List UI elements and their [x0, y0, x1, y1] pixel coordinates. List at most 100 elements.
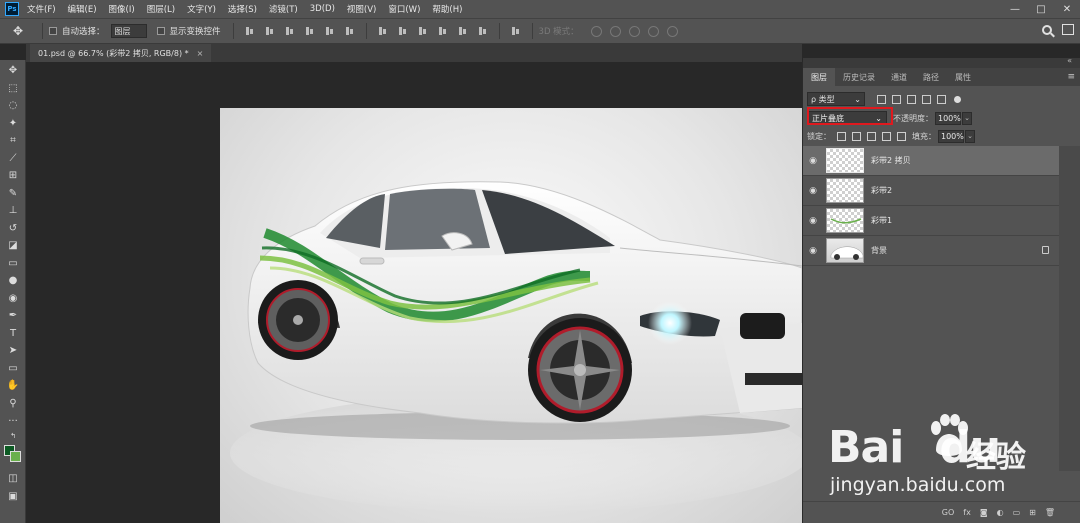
dodge-tool-icon[interactable]: ◉: [5, 290, 21, 306]
auto-align-icon[interactable]: [511, 26, 521, 36]
brush-tool-icon[interactable]: ✎: [5, 185, 21, 201]
crop-tool-icon[interactable]: ⌗: [5, 132, 21, 148]
layer-row[interactable]: ◉ 彩带2: [803, 176, 1059, 206]
layer-row[interactable]: ◉ 背景: [803, 236, 1059, 266]
more-tools-icon[interactable]: ···: [5, 413, 21, 429]
rectangle-tool-icon[interactable]: ▭: [5, 360, 21, 376]
healing-tool-icon[interactable]: ⊞: [5, 167, 21, 183]
menu-select[interactable]: 选择(S): [228, 3, 257, 15]
auto-select-dropdown[interactable]: 图层: [110, 24, 147, 38]
filter-pixel-icon[interactable]: [877, 94, 886, 104]
document-tab[interactable]: 01.psd @ 66.7% (彩带2 拷贝, RGB/8) * ×: [30, 44, 212, 62]
blur-tool-icon[interactable]: ●: [5, 272, 21, 288]
history-brush-tool-icon[interactable]: ↺: [5, 220, 21, 236]
filter-smart-object-icon[interactable]: [937, 94, 946, 104]
align-left-icon[interactable]: [305, 26, 315, 36]
3d-slide-icon[interactable]: [647, 25, 659, 37]
layer-row[interactable]: ◉ 彩带2 拷贝: [803, 146, 1059, 176]
screen-mode-icon[interactable]: ▣: [5, 488, 21, 504]
filter-shape-icon[interactable]: [922, 94, 931, 104]
show-transform-checkbox[interactable]: [156, 27, 165, 35]
move-tool-icon[interactable]: ✥: [5, 62, 21, 78]
menu-filter[interactable]: 滤镜(T): [269, 3, 298, 15]
lasso-tool-icon[interactable]: ◌: [5, 97, 21, 113]
distribute-left-icon[interactable]: [438, 26, 448, 36]
tab-channels[interactable]: 通道: [883, 68, 915, 86]
minimize-button[interactable]: —: [1002, 0, 1028, 18]
path-selection-tool-icon[interactable]: ➤: [5, 342, 21, 358]
layer-row[interactable]: ◉ 彩带1: [803, 206, 1059, 236]
quick-mask-icon[interactable]: ◫: [5, 470, 21, 486]
menu-image[interactable]: 图像(I): [109, 3, 135, 15]
eye-icon[interactable]: ◉: [803, 186, 823, 196]
tab-paths[interactable]: 路径: [915, 68, 947, 86]
menu-window[interactable]: 窗口(W): [388, 3, 420, 15]
tab-properties[interactable]: 属性: [947, 68, 979, 86]
align-top-icon[interactable]: [245, 26, 255, 36]
tab-history[interactable]: 历史记录: [835, 68, 883, 86]
menu-layer[interactable]: 图层(L): [147, 3, 175, 15]
search-icon[interactable]: [1042, 24, 1052, 35]
menu-view[interactable]: 视图(V): [347, 3, 376, 15]
menu-edit[interactable]: 编辑(E): [68, 3, 97, 15]
swap-colors-icon[interactable]: ↰: [5, 428, 21, 444]
hand-tool-icon[interactable]: ✋: [5, 377, 21, 393]
opacity-input[interactable]: 100%: [935, 111, 961, 125]
menu-file[interactable]: 文件(F): [27, 3, 56, 15]
marquee-tool-icon[interactable]: ⬚: [5, 80, 21, 96]
document-canvas[interactable]: [220, 108, 802, 523]
auto-select-checkbox[interactable]: [49, 27, 57, 35]
filter-toggle-icon[interactable]: [954, 95, 961, 103]
lock-artboard-icon[interactable]: [882, 131, 891, 141]
layer-list-scrollbar[interactable]: [1059, 146, 1080, 471]
eye-icon[interactable]: ◉: [803, 216, 823, 226]
maximize-button[interactable]: □: [1028, 0, 1054, 18]
background-color-swatch[interactable]: [10, 451, 21, 462]
canvas-area[interactable]: [26, 62, 802, 523]
distribute-right-icon[interactable]: [478, 26, 488, 36]
align-hcenter-icon[interactable]: [325, 26, 335, 36]
eyedropper-tool-icon[interactable]: ⟋: [5, 150, 21, 166]
gradient-tool-icon[interactable]: ▭: [5, 255, 21, 271]
move-tool-preset-icon[interactable]: ✥: [0, 24, 36, 38]
lock-image-icon[interactable]: [852, 131, 861, 141]
magic-wand-tool-icon[interactable]: ✦: [5, 115, 21, 131]
filter-adjustment-icon[interactable]: [892, 94, 901, 104]
menu-type[interactable]: 文字(Y): [187, 3, 216, 15]
3d-drag-icon[interactable]: [628, 25, 640, 37]
fill-input[interactable]: 100%: [938, 129, 964, 143]
3d-scale-icon[interactable]: [666, 25, 678, 37]
collapse-panel-icon[interactable]: «: [1067, 56, 1073, 65]
close-tab-icon[interactable]: ×: [197, 49, 204, 58]
fill-dropdown-icon[interactable]: ⌄: [965, 129, 975, 143]
pen-tool-icon[interactable]: ✒: [5, 307, 21, 323]
eye-icon[interactable]: ◉: [803, 246, 823, 256]
close-button[interactable]: ✕: [1054, 0, 1080, 18]
distribute-vcenter-icon[interactable]: [398, 26, 408, 36]
menu-help[interactable]: 帮助(H): [432, 3, 462, 15]
tab-layers[interactable]: 图层: [803, 68, 835, 86]
lock-transparent-icon[interactable]: [837, 131, 846, 141]
stamp-tool-icon[interactable]: ⊥: [5, 202, 21, 218]
3d-roll-icon[interactable]: [609, 25, 621, 37]
distribute-top-icon[interactable]: [378, 26, 388, 36]
align-vcenter-icon[interactable]: [265, 26, 275, 36]
eraser-tool-icon[interactable]: ◪: [5, 237, 21, 253]
3d-rotate-icon[interactable]: [590, 25, 602, 37]
eye-icon[interactable]: ◉: [803, 156, 823, 166]
type-tool-icon[interactable]: T: [5, 325, 21, 341]
workspace-icon[interactable]: [1062, 24, 1074, 35]
filter-type-dropdown[interactable]: ρ 类型 ⌄: [807, 92, 865, 106]
panel-menu-icon[interactable]: ≡: [1067, 72, 1075, 82]
align-bottom-icon[interactable]: [285, 26, 295, 36]
lock-all-icon[interactable]: [897, 131, 906, 141]
lock-position-icon[interactable]: [867, 131, 876, 141]
zoom-tool-icon[interactable]: ⚲: [5, 395, 21, 411]
delete-layer-icon[interactable]: 🗑: [1045, 508, 1055, 517]
opacity-dropdown-icon[interactable]: ⌄: [962, 111, 972, 125]
filter-type-icon[interactable]: [907, 94, 916, 104]
align-right-icon[interactable]: [345, 26, 355, 36]
distribute-hcenter-icon[interactable]: [458, 26, 468, 36]
distribute-bottom-icon[interactable]: [418, 26, 428, 36]
menu-3d[interactable]: 3D(D): [310, 4, 335, 14]
